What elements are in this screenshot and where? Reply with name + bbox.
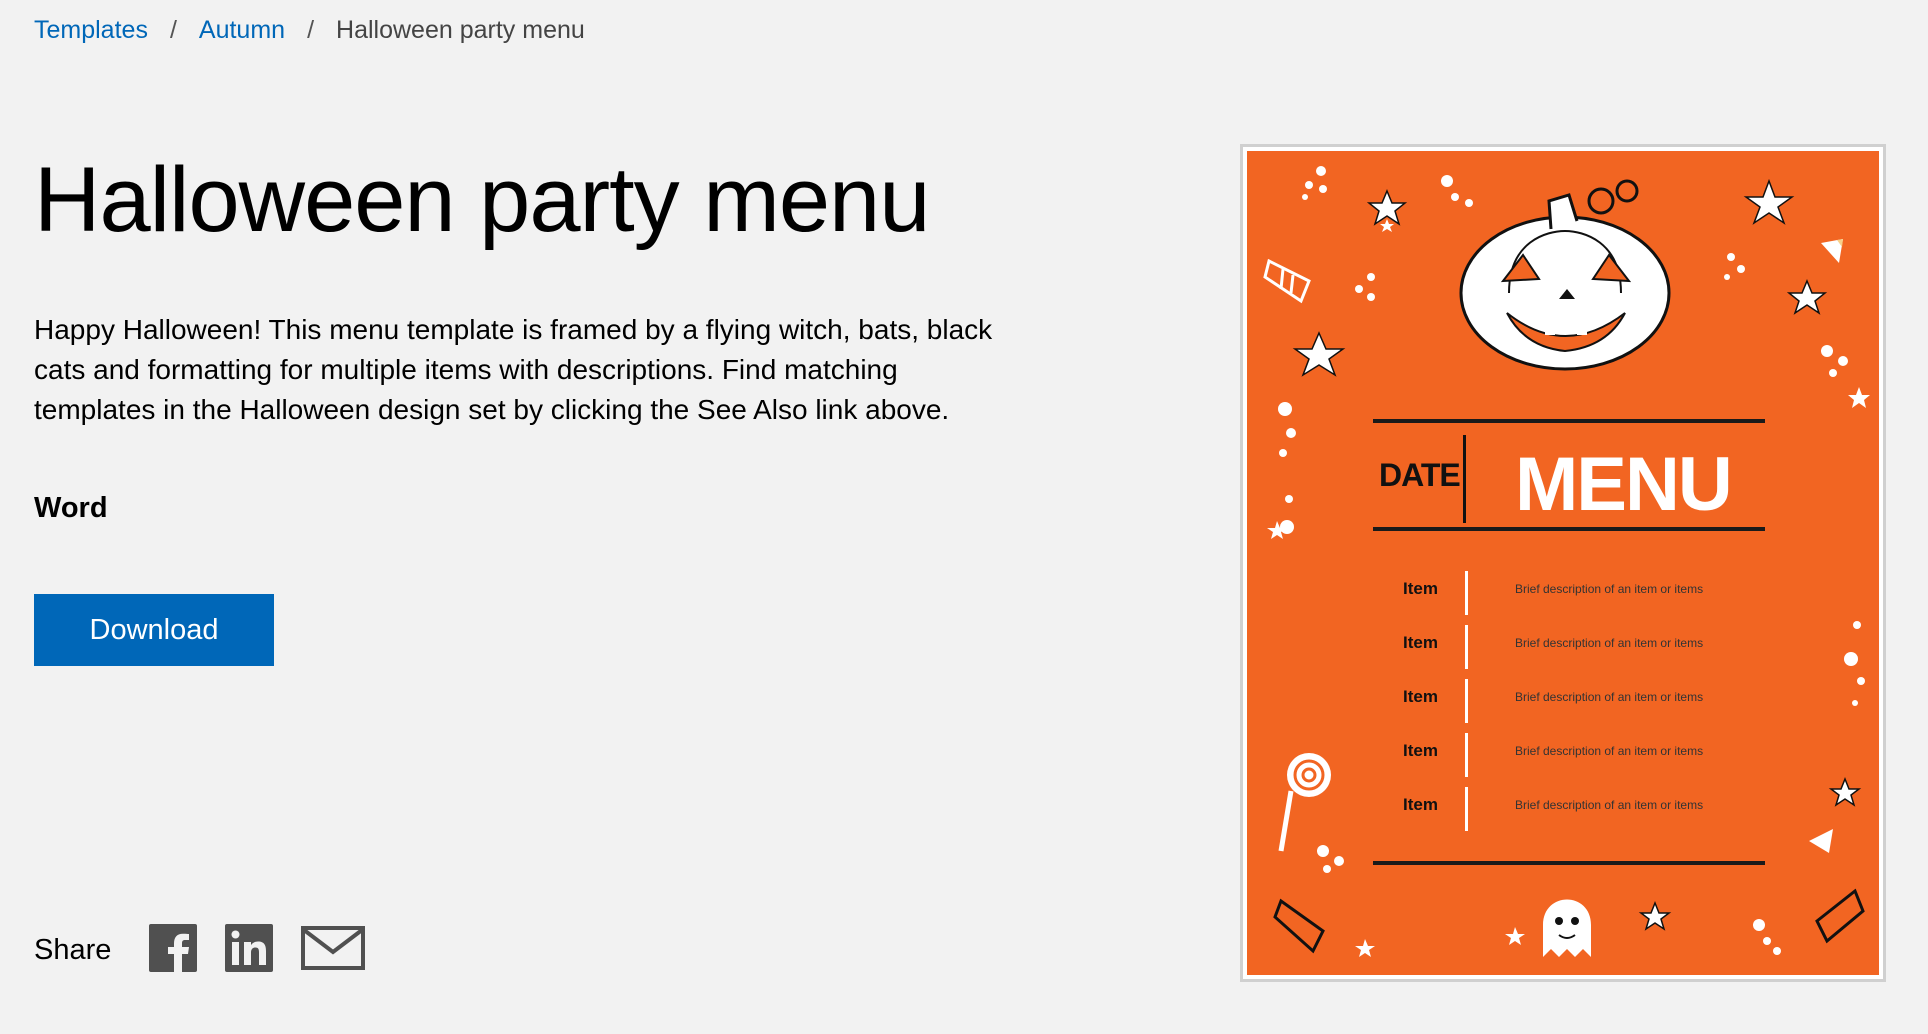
menu-item-description: Brief description of an item or items bbox=[1515, 582, 1704, 596]
breadcrumb: Templates / Autumn / Halloween party men… bbox=[34, 16, 585, 45]
menu-row: Item Brief description of an item or ite… bbox=[1247, 625, 1879, 669]
breadcrumb-separator: / bbox=[169, 16, 177, 44]
template-description: Happy Halloween! This menu template is f… bbox=[34, 314, 993, 425]
menu-header-divider bbox=[1463, 435, 1466, 523]
menu-mid-rule bbox=[1373, 527, 1765, 531]
download-button[interactable]: Download bbox=[34, 594, 274, 666]
menu-item-name: Item bbox=[1403, 579, 1438, 598]
menu-item-description: Brief description of an item or items bbox=[1515, 636, 1704, 650]
halloween-decorations bbox=[1263, 166, 1870, 957]
template-preview[interactable]: DATE MENU Item Brief description of an i… bbox=[1240, 144, 1886, 982]
menu-heading: MENU bbox=[1515, 442, 1733, 527]
menu-row-divider bbox=[1465, 733, 1468, 777]
menu-row-divider bbox=[1465, 625, 1468, 669]
breadcrumb-link-templates[interactable]: Templates bbox=[34, 16, 148, 45]
menu-item-name: Item bbox=[1403, 741, 1438, 760]
menu-row: Item Brief description of an item or ite… bbox=[1247, 679, 1879, 723]
menu-row: Item Brief description of an item or ite… bbox=[1247, 733, 1879, 777]
facebook-icon[interactable] bbox=[149, 924, 198, 977]
menu-row-divider bbox=[1465, 571, 1468, 615]
menu-item-name: Item bbox=[1403, 687, 1438, 706]
menu-item-description: Brief description of an item or items bbox=[1515, 744, 1704, 758]
breadcrumb-link-autumn[interactable]: Autumn bbox=[199, 16, 285, 45]
menu-item-name: Item bbox=[1403, 633, 1438, 652]
menu-bottom-rule bbox=[1373, 861, 1765, 865]
menu-item-name: Item bbox=[1403, 795, 1438, 814]
page-title: Halloween party menu bbox=[34, 149, 930, 251]
menu-item-description: Brief description of an item or items bbox=[1515, 690, 1704, 704]
menu-date: DATE bbox=[1379, 457, 1461, 493]
menu-row-divider bbox=[1465, 679, 1468, 723]
menu-row-divider bbox=[1465, 787, 1468, 831]
linkedin-icon[interactable] bbox=[225, 924, 274, 977]
menu-top-rule bbox=[1373, 419, 1765, 423]
menu-row: Item Brief description of an item or ite… bbox=[1247, 787, 1879, 831]
breadcrumb-separator: / bbox=[307, 16, 315, 44]
breadcrumb-current: Halloween party menu bbox=[336, 16, 585, 44]
share-bar: Share bbox=[34, 924, 393, 977]
menu-preview-page: DATE MENU Item Brief description of an i… bbox=[1247, 151, 1879, 975]
menu-row: Item Brief description of an item or ite… bbox=[1247, 571, 1879, 615]
app-name: Word bbox=[34, 492, 108, 524]
share-label: Share bbox=[34, 934, 112, 966]
menu-item-description: Brief description of an item or items bbox=[1515, 798, 1704, 812]
email-icon[interactable] bbox=[301, 926, 366, 975]
